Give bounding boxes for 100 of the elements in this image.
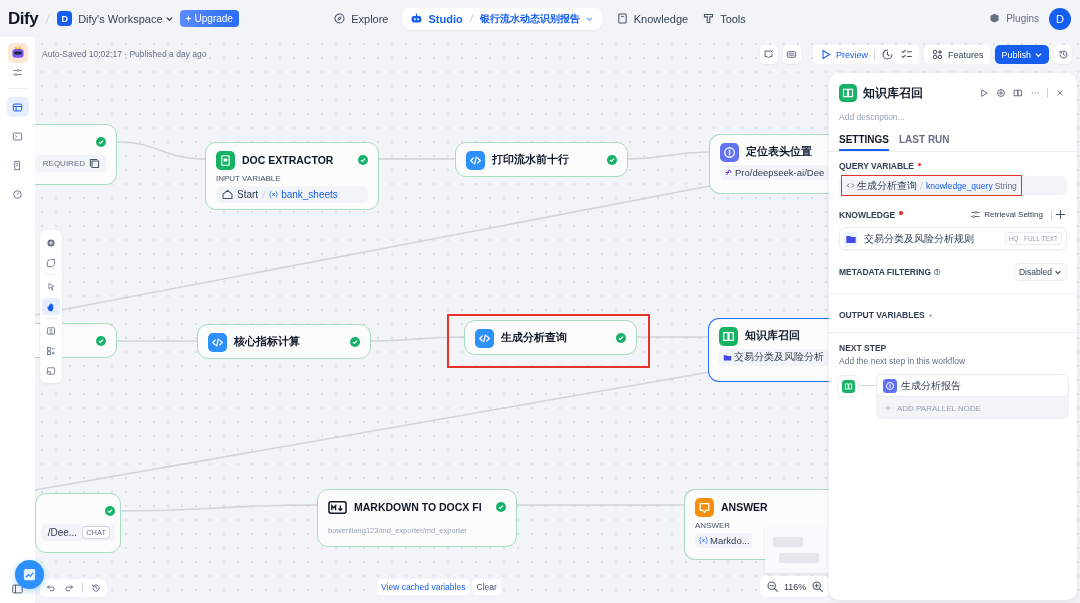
nav-tab[interactable]: Tools [702,8,746,29]
plus-icon [1054,208,1067,221]
workflow-node[interactable]: REQUIRED [35,124,117,185]
view-cached-variables-button[interactable]: View cached variables [377,579,470,595]
book-icon [615,12,629,25]
variable-icon [699,536,708,545]
home-icon [221,188,234,201]
node-title: 打印流水前十行 [492,153,570,167]
workspace-selector[interactable]: Dify's Workspace [78,12,174,25]
app-name[interactable]: 银行流水动态识别报告 [479,11,580,26]
dataset-name: 交易分类及风险分析 [734,351,824,364]
section-label: KNOWLEDGE [839,209,896,220]
studio-tab[interactable]: Studio 银行流水动态识别报告 [402,7,602,30]
code-icon [208,332,227,352]
comment-icon[interactable] [759,45,778,64]
panel-tab[interactable]: LAST RUN [899,134,950,151]
check-icon [350,337,360,347]
metadata-dropdown[interactable]: Disabled [1013,263,1067,281]
history-icon [91,583,101,593]
current-node-icon [837,375,859,397]
plugins-button[interactable]: Plugins [988,12,1039,25]
terminal-icon [12,130,23,142]
check-icon [616,333,626,343]
sliders-icon [970,209,982,220]
dify-logo[interactable]: Dify [8,8,39,29]
clear-button[interactable]: Clear [472,579,501,595]
node-title: 生成分析查询 [501,331,568,345]
model-icon [883,378,897,393]
next-node[interactable]: 生成分析报告 [876,374,1069,397]
target-icon [996,88,1006,98]
workflow-node[interactable]: 核心指标计算 [197,324,371,359]
field-label: ANSWER [695,521,732,530]
workflow-node[interactable]: 定位表头位置 Pro/deepseek-ai/Dee [709,134,829,194]
output-variables-toggle[interactable]: OUTPUT VARIABLES [839,310,1067,320]
node-name: 生成分析报告 [901,378,961,393]
required-label: REQUIRED [42,159,85,168]
workflow-node[interactable]: 打印流水前十行 [455,142,628,177]
hand-icon [46,301,56,312]
variable-name: knowledge_query [926,180,993,191]
app-icon[interactable] [7,43,28,63]
history-icon[interactable] [1054,45,1072,64]
layout-icon [46,345,56,356]
code-icon [846,181,855,190]
features-button[interactable]: Features [923,45,991,64]
variable-icon [269,190,279,199]
workflow-node[interactable]: 知识库召回 交易分类及风险分析 [708,318,829,382]
book-icon [719,326,738,346]
variable-name: bank_sheets [281,189,338,200]
user-avatar[interactable]: D [1049,7,1071,30]
settings-icon[interactable] [12,67,23,78]
node-title: 核心指标计算 [234,335,301,349]
description-field[interactable]: Add description... [839,112,1039,122]
redo-icon [64,583,74,593]
checklist-icon [899,48,913,61]
compass-icon [333,12,347,25]
variable-selector[interactable]: 生成分析查询 knowledge_query String [839,176,1067,195]
history-check-icon [880,48,894,61]
variable-type: String [994,180,1017,191]
caret-icon [584,14,594,23]
section-label: QUERY VARIABLE [839,161,914,171]
note-icon [46,257,56,268]
sidebar-item[interactable] [6,97,29,117]
check-icon [496,502,506,512]
node-title: 知识库召回 [745,329,801,343]
caret-icon [1054,268,1062,276]
book-icon [839,84,857,102]
caret-icon [164,14,174,23]
check-icon [105,506,115,516]
code-icon [466,150,485,170]
upgrade-button[interactable]: Upgrade [179,10,239,27]
source-node-name: Start [237,189,259,200]
plus-icon [885,405,891,411]
studio-label[interactable]: Studio [428,12,463,25]
zoom-level[interactable]: 116% [784,581,807,592]
tool-icon [702,12,716,25]
nav-tab[interactable]: Knowledge [615,8,689,29]
chart-icon [22,567,37,582]
pointer-icon [46,281,56,292]
robot-icon [410,12,424,25]
field-label: INPUT VARIABLE [216,174,282,183]
workflow-node[interactable]: DOC EXTRACTOR INPUT VARIABLE Start bank_sheets [205,142,379,210]
minimap-icon [46,365,56,376]
nav-tab[interactable]: Explore [333,8,389,29]
triangle-icon [928,312,933,318]
workflow-node[interactable]: 生成分析查询 [464,320,637,355]
publish-button[interactable]: Publish [995,45,1049,64]
model-icon [724,168,733,177]
section-label: METADATA FILTERING [839,267,932,277]
knowledge-name: 交易分类及风险分析规则 [864,231,975,246]
panel-title: 知识库召回 [863,85,923,101]
model-icon [720,142,739,162]
sidebar-toggle-icon[interactable] [12,584,23,594]
panel-tab[interactable]: SETTINGS [839,134,889,151]
retrieval-setting-button[interactable]: Retrieval Setting [970,209,1043,220]
check-icon [607,155,617,165]
model-name: Pro/deepseek-ai/Dee [735,167,825,178]
layout-icon [12,101,23,113]
env-icon[interactable] [782,45,801,64]
zoom-out-icon [766,580,779,593]
tool-button[interactable] [42,298,60,315]
